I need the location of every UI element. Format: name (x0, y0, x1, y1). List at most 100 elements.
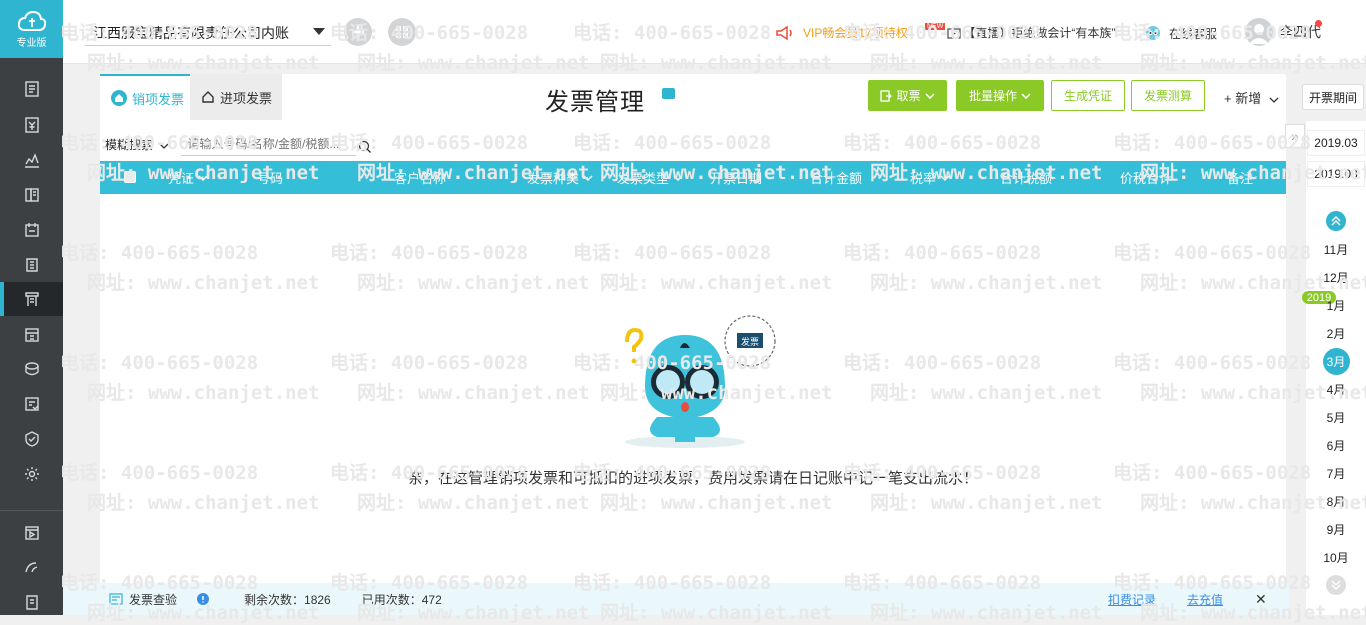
month-item-selected[interactable]: 3月 (1306, 347, 1366, 375)
month-item[interactable]: 6月 (1306, 435, 1366, 455)
month-item[interactable]: 5月 (1306, 407, 1366, 427)
nav-video[interactable] (0, 516, 63, 550)
mascot-badge: 发票 (741, 336, 759, 348)
user-icon (1249, 24, 1269, 44)
tab-input-invoice[interactable]: 进项发票 (190, 74, 282, 120)
edition-label: 专业版 (16, 37, 47, 49)
tab-sales-label: 销项发票 (132, 91, 185, 107)
scroll-down-button[interactable] (1326, 575, 1346, 595)
chevron-down-icon (583, 174, 593, 181)
nav-documents[interactable] (0, 248, 63, 282)
chevron-down-icon (1269, 97, 1279, 103)
table-header: 凭证 号码 客户名称 发票种类 发票类型 开票日期 合计金额 税率 合计税额 价… (100, 161, 1286, 194)
month-item[interactable]: 1月 (1306, 295, 1366, 315)
period-end[interactable]: 2019.03 (1307, 161, 1365, 187)
nav-books[interactable] (0, 178, 63, 212)
col-total-tax: 合计税额 (999, 171, 1052, 186)
nav-voucher[interactable] (0, 108, 63, 142)
col-tax-rate[interactable]: 税率 (900, 161, 960, 194)
chevron-down-icon (198, 174, 208, 181)
nav-reports[interactable] (0, 143, 63, 177)
select-all-checkbox[interactable] (124, 171, 136, 183)
headset-icon (1146, 26, 1160, 40)
collapse-panel-button[interactable]: » (1285, 124, 1305, 148)
empty-state-message: 亲，在这管理销项发票和可抵扣的进项发票，费用发票请在日记账中记一笔支出流水！ (407, 470, 978, 487)
col-rate-label: 税率 (909, 171, 936, 186)
service-text: 在线客服 (1169, 26, 1218, 41)
col-voucher-label: 凭证 (167, 171, 194, 186)
add-new-button[interactable]: + 新增 (1224, 88, 1279, 107)
col-kind-label: 发票种类 (526, 171, 579, 186)
col-invoice-type[interactable]: 发票类型 (610, 161, 690, 194)
month-item[interactable]: 2月 (1306, 323, 1366, 343)
vip-text: VIP畅会员17项特权 (803, 26, 908, 40)
info-icon[interactable] (197, 593, 210, 605)
voucher-icon (24, 117, 39, 133)
nav-ledger[interactable] (0, 72, 63, 106)
empty-state-mascot: 发票 (605, 312, 785, 455)
invoice-check-icon (109, 593, 123, 605)
period-start[interactable]: 2019.03 (1307, 130, 1365, 156)
invoice-icon (24, 292, 39, 306)
search-mode-select[interactable]: 模糊搜索 (105, 136, 169, 153)
vip-link[interactable]: VIP畅会员17项特权 (775, 24, 908, 41)
col-invoice-kind[interactable]: 发票种类 (520, 161, 600, 194)
month-item[interactable]: 8月 (1306, 491, 1366, 511)
add-company-button[interactable] (344, 18, 372, 46)
close-footer-button[interactable]: ✕ (1255, 591, 1267, 608)
sidebar-divider (0, 510, 63, 511)
megaphone-icon (776, 25, 792, 40)
nav-checklist[interactable] (0, 387, 63, 421)
col-total-amount: 合计金额 (809, 171, 862, 186)
nav-quickpay[interactable] (0, 550, 63, 584)
chevron-down-icon (673, 174, 683, 181)
company-select[interactable]: 江西服宝精品有限责任公司内账 (85, 20, 331, 46)
search-icon[interactable] (358, 140, 372, 154)
month-item[interactable]: 9月 (1306, 519, 1366, 539)
nav-invoice[interactable] (0, 282, 63, 316)
invoice-calc-button[interactable]: 发票测算 (1131, 80, 1205, 111)
search-input[interactable] (181, 132, 357, 156)
month-item[interactable]: 10月 (1306, 547, 1366, 567)
invoice-check-link[interactable]: 发票查验 (129, 591, 177, 608)
live-link[interactable]: NEW 【直播】拒绝做会计“有本族” (925, 23, 1115, 41)
nav-assets[interactable] (0, 318, 63, 352)
tab-input-label: 进项发票 (220, 90, 273, 106)
apps-button[interactable] (388, 18, 416, 46)
remaining-count: 剩余次数：1826 (244, 592, 331, 607)
get-invoice-label: 取票 (896, 89, 921, 103)
nav-tax-check[interactable] (0, 422, 63, 456)
scroll-up-button[interactable] (1326, 211, 1346, 231)
invoice-panel: 销项发票 进项发票 发票管理 取票 批量操作 生成凭证 发票测算 + 新增 模糊… (100, 74, 1286, 615)
col-type-label: 发票类型 (616, 171, 669, 186)
month-item[interactable]: 4月 (1306, 379, 1366, 399)
assets-icon (24, 328, 39, 342)
nav-settings[interactable] (0, 457, 63, 491)
nav-wallet[interactable] (0, 352, 63, 386)
report-chart-icon (24, 153, 39, 168)
charge-records-link[interactable]: 扣费记录 (1108, 591, 1156, 608)
get-invoice-button[interactable]: 取票 (868, 80, 947, 111)
col-remark: 备注 (1226, 171, 1253, 186)
nav-calendar[interactable] (0, 213, 63, 247)
month-item[interactable]: 12月 (1306, 267, 1366, 287)
nav-tax[interactable] (0, 585, 63, 619)
user-menu[interactable]: 李四代 (1245, 18, 1321, 46)
tab-sales-invoice[interactable]: 销项发票 (100, 74, 190, 120)
help-video-icon[interactable] (662, 88, 675, 99)
chevron-down-icon (313, 28, 325, 35)
month-item[interactable]: 11月 (1306, 239, 1366, 259)
page-title: 发票管理 (545, 89, 645, 116)
chevron-down-icon (924, 92, 935, 99)
batch-label: 批量操作 (968, 89, 1017, 103)
col-voucher[interactable]: 凭证 (158, 161, 218, 194)
batch-operation-button[interactable]: 批量操作 (956, 80, 1044, 111)
month-item[interactable]: 7月 (1306, 463, 1366, 483)
generate-voucher-button[interactable]: 生成凭证 (1051, 80, 1125, 111)
settings-icon (24, 467, 39, 481)
tv-icon (947, 27, 961, 39)
online-service-link[interactable]: 在线客服 (1143, 24, 1217, 42)
col-number: 号码 (256, 171, 283, 186)
logo[interactable]: 专业版 (0, 0, 63, 58)
recharge-link[interactable]: 去充值 (1187, 591, 1223, 608)
